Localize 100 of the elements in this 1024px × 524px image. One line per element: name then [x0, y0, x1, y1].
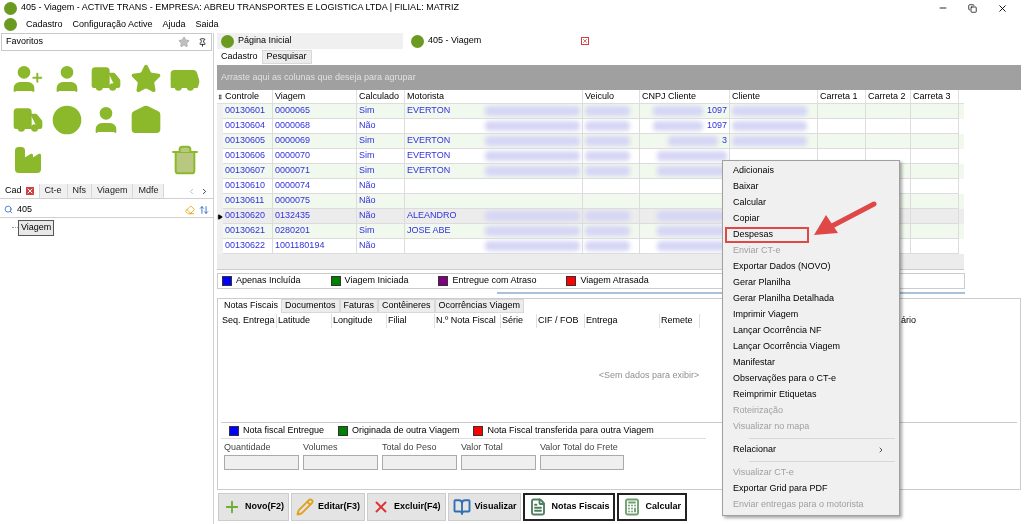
table-cell: EVERTON	[407, 149, 451, 163]
column-header[interactable]: Viagem	[273, 90, 357, 103]
empty-message: <Sem dados para exibir>	[598, 368, 700, 382]
menu-item[interactable]: Observações para o CT-e	[725, 371, 895, 387]
table-row[interactable]: 00130601 0000065 Sim EVERTON 1097	[217, 104, 964, 119]
column-header: N.º Nota Fiscal	[435, 314, 501, 328]
table-cell: EVERTON	[407, 104, 451, 118]
sub-tab[interactable]: Pesquisar	[261, 50, 312, 64]
column-header[interactable]: Carreta 1	[818, 90, 866, 103]
menu-item[interactable]: Cadastro	[25, 17, 64, 32]
menu-item[interactable]: Reimprimir Etiquetas	[725, 387, 895, 403]
legend-label: Entregue com Atraso	[452, 274, 537, 288]
app-logo-icon	[411, 34, 424, 48]
redacted-block	[668, 136, 718, 146]
redacted-block	[585, 166, 630, 176]
total-field[interactable]	[461, 454, 536, 470]
table-cell: EVERTON	[407, 134, 451, 148]
total-field[interactable]	[382, 454, 457, 470]
column-header[interactable]: Motorista	[405, 90, 583, 103]
menu-item[interactable]: Configuração Active	[71, 17, 154, 32]
table-cell: ALEANDRO	[407, 209, 457, 223]
pin-icon[interactable]	[198, 37, 207, 47]
toolbar-button[interactable]: Calcular	[617, 493, 687, 521]
menu-item[interactable]: Despesas	[725, 227, 809, 243]
table-cell: JOSE ABE	[407, 224, 451, 238]
column-header: Seq. Entrega	[221, 314, 277, 328]
toolbar-button[interactable]: Editar(F3)	[291, 493, 365, 521]
redacted-block	[652, 121, 703, 131]
column-header[interactable]: Carreta 3	[911, 90, 959, 103]
table-row[interactable]: 00130605 0000069 Sim EVERTON 3	[217, 134, 964, 149]
sort-icon[interactable]	[199, 204, 209, 215]
scroll-left-icon[interactable]	[187, 187, 196, 196]
user-plus-icon[interactable]	[11, 63, 44, 95]
warehouse-icon[interactable]	[129, 103, 162, 136]
document-icon	[529, 498, 548, 516]
search-field[interactable]: 405	[0, 202, 213, 218]
menu-item[interactable]: Saida	[194, 17, 220, 32]
star-icon[interactable]	[129, 63, 162, 95]
column-header: Longitude	[332, 314, 387, 328]
book-icon	[452, 498, 471, 516]
column-header[interactable]: Calculado	[357, 90, 405, 103]
close-tab-icon[interactable]	[25, 187, 34, 195]
redacted-block	[657, 151, 727, 161]
scroll-right-icon[interactable]	[200, 187, 209, 196]
detail-tab[interactable]: Documentos	[281, 299, 340, 313]
menu-item[interactable]: Exportar Grid para PDF	[725, 481, 895, 497]
total-field[interactable]	[224, 454, 299, 470]
menu-item[interactable]: Imprimir Viagem	[725, 307, 895, 323]
eraser-icon[interactable]	[185, 204, 195, 215]
table-cell: 1097	[706, 119, 727, 133]
legend-label: Viagem Atrasada	[580, 274, 649, 288]
favorites-title: Favoritos	[6, 35, 43, 49]
column-header: Série	[501, 314, 537, 328]
column-header: ário	[900, 314, 917, 328]
column-header: CIF / FOB	[537, 314, 585, 328]
field-label: Valor Total	[461, 441, 504, 454]
legend-label: Originada de outra Viagem	[352, 423, 460, 437]
pencil-icon	[296, 498, 314, 516]
menu-item[interactable]: Gerar Planilha	[725, 275, 895, 291]
toolbar-button[interactable]: Visualizar	[447, 493, 522, 521]
menu-item[interactable]: Copiar	[725, 211, 895, 227]
total-field[interactable]	[303, 454, 378, 470]
column-header: Remete	[660, 314, 700, 328]
menu-item[interactable]: Ajuda	[161, 17, 187, 32]
redacted-block	[585, 151, 630, 161]
menu-item[interactable]: Adicionais	[725, 163, 895, 179]
toolbar-button[interactable]: Notas Fiscais	[523, 493, 616, 521]
app-logo-icon	[4, 1, 17, 15]
column-header[interactable]: Carreta 2	[866, 90, 911, 103]
column-header[interactable]: CNPJ Cliente	[640, 90, 730, 103]
toolbar-button[interactable]: Novo(F2)	[218, 493, 289, 521]
tree-item[interactable]: Viagem	[18, 220, 55, 236]
field-label: Valor Total do Frete	[540, 441, 619, 454]
close-icon[interactable]	[997, 2, 1008, 14]
menu-item[interactable]: Manifestar	[725, 355, 895, 371]
app-logo-icon	[221, 34, 234, 48]
menu-item[interactable]: Baixar	[725, 179, 895, 195]
search-icon	[4, 205, 13, 214]
column-chooser-icon[interactable]	[217, 93, 223, 100]
menu-item[interactable]: Lançar Ocorrência NF	[725, 323, 895, 339]
star-icon[interactable]	[178, 36, 190, 48]
legend-label: Nota fiscal Entregue	[243, 423, 325, 437]
total-field[interactable]	[540, 454, 624, 470]
detail-tab[interactable]: Ocorrências Viagem	[434, 299, 524, 313]
column-header[interactable]: Veiculo	[583, 90, 640, 103]
toolbar-button[interactable]: Excluir(F4)	[367, 493, 446, 521]
menu-item[interactable]: Gerar Planilha Detalhada	[725, 291, 895, 307]
document-tab[interactable]: Página Inicial	[217, 33, 403, 49]
detail-tab[interactable]: Contêineres	[378, 299, 435, 313]
detail-tab[interactable]: Faturas	[339, 299, 379, 313]
menu-item[interactable]: Exportar Dados (NOVO)	[725, 259, 895, 275]
column-header[interactable]: Cliente	[730, 90, 818, 103]
menu-item[interactable]: Calcular	[725, 195, 895, 211]
panel-tab[interactable]: Cad	[0, 184, 22, 198]
column-header[interactable]: Controle	[223, 90, 273, 103]
search-input[interactable]: 405	[17, 202, 181, 217]
restore-icon[interactable]	[968, 3, 977, 13]
menu-item[interactable]: Lançar Ocorrência Viagem	[725, 339, 895, 355]
menu-item[interactable]: Relacionar	[725, 442, 895, 458]
close-tab-icon[interactable]	[581, 37, 589, 45]
